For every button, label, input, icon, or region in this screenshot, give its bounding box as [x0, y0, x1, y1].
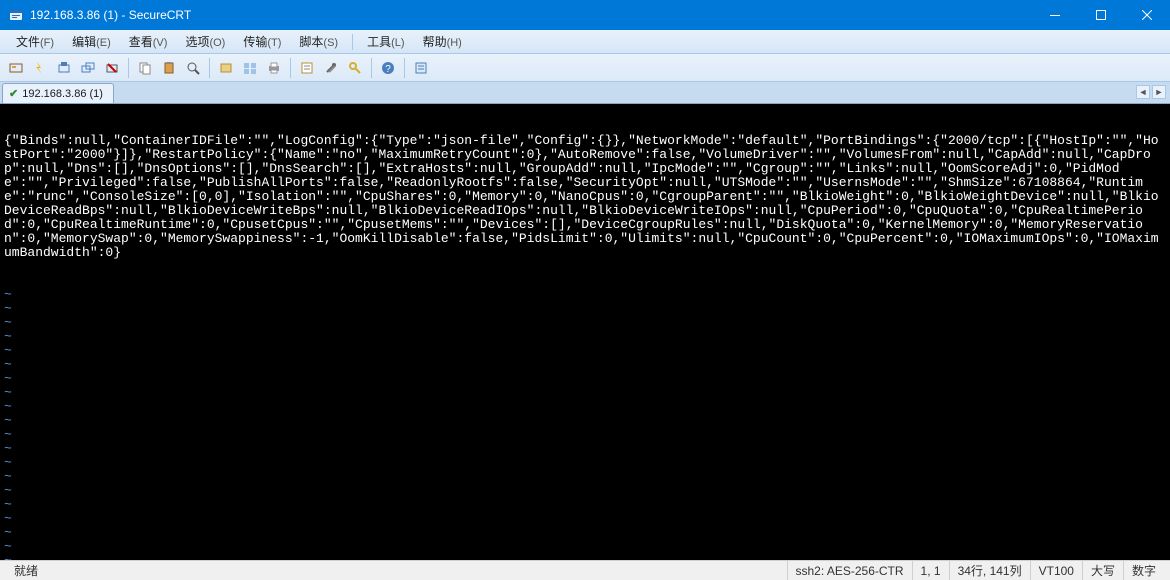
menu-transfer[interactable]: 传输(T) — [235, 31, 289, 52]
status-size: 34行, 141列 — [949, 561, 1030, 580]
statusbar: 就绪 ssh2: AES-256-CTR 1, 1 34行, 141列 VT10… — [0, 560, 1170, 580]
disconnect-icon[interactable] — [102, 58, 122, 78]
tab-nav: ◄ ► — [1136, 85, 1166, 99]
close-button[interactable] — [1124, 0, 1170, 30]
session-tab[interactable]: ✔ 192.168.3.86 (1) — [2, 83, 114, 103]
window-title: 192.168.3.86 (1) - SecureCRT — [30, 8, 191, 22]
toolbar-separator — [371, 58, 372, 78]
copy-icon[interactable] — [135, 58, 155, 78]
status-cursor: 1, 1 — [912, 561, 949, 580]
toolbar: ? — [0, 54, 1170, 82]
print-icon[interactable] — [264, 58, 284, 78]
window-controls — [1032, 0, 1170, 30]
toolbar-separator — [290, 58, 291, 78]
quick-connect-icon[interactable] — [30, 58, 50, 78]
toolbar-separator — [404, 58, 405, 78]
menu-script[interactable]: 脚本(S) — [291, 31, 346, 52]
settings-icon[interactable] — [321, 58, 341, 78]
find-icon[interactable] — [183, 58, 203, 78]
terminal-view[interactable]: {"Binds":null,"ContainerIDFile":"","LogC… — [0, 104, 1170, 560]
status-caps: 大写 — [1082, 561, 1123, 580]
menubar: 文件(F) 编辑(E) 查看(V) 选项(O) 传输(T) 脚本(S) 工具(L… — [0, 30, 1170, 54]
minimize-button[interactable] — [1032, 0, 1078, 30]
connect-icon[interactable] — [6, 58, 26, 78]
menu-separator — [352, 34, 353, 50]
menu-edit[interactable]: 编辑(E) — [64, 31, 119, 52]
tabbar: ✔ 192.168.3.86 (1) ◄ ► — [0, 82, 1170, 104]
toolbar-separator — [209, 58, 210, 78]
maximize-button[interactable] — [1078, 0, 1124, 30]
tab-prev-icon[interactable]: ◄ — [1136, 85, 1150, 99]
properties-icon[interactable] — [297, 58, 317, 78]
menu-file[interactable]: 文件(F) — [8, 31, 62, 52]
svg-text:?: ? — [385, 64, 391, 75]
status-connection: ssh2: AES-256-CTR — [787, 561, 912, 580]
terminal-empty-lines: ~ ~ ~ ~ ~ ~ ~ ~ ~ ~ ~ ~ ~ ~ ~ ~ ~ ~ ~ ~ … — [4, 288, 1166, 560]
reconnect-icon[interactable] — [54, 58, 74, 78]
key-icon[interactable] — [345, 58, 365, 78]
log-icon[interactable] — [411, 58, 431, 78]
paste-icon[interactable] — [159, 58, 179, 78]
tab-label: 192.168.3.86 (1) — [22, 88, 103, 100]
menu-options[interactable]: 选项(O) — [177, 31, 233, 52]
session-icon[interactable] — [216, 58, 236, 78]
status-terminal-type: VT100 — [1030, 561, 1082, 580]
status-ready: 就绪 — [6, 561, 46, 580]
menu-view[interactable]: 查看(V) — [121, 31, 176, 52]
connected-check-icon: ✔ — [9, 87, 18, 100]
menu-tools[interactable]: 工具(L) — [359, 31, 412, 52]
toolbar-separator — [128, 58, 129, 78]
help-icon[interactable]: ? — [378, 58, 398, 78]
reconnect-all-icon[interactable] — [78, 58, 98, 78]
status-num: 数字 — [1123, 561, 1164, 580]
window-titlebar: 192.168.3.86 (1) - SecureCRT — [0, 0, 1170, 30]
app-icon — [8, 7, 24, 23]
tile-icon[interactable] — [240, 58, 260, 78]
tab-next-icon[interactable]: ► — [1152, 85, 1166, 99]
menu-help[interactable]: 帮助(H) — [415, 31, 470, 52]
terminal-output: {"Binds":null,"ContainerIDFile":"","LogC… — [4, 134, 1166, 260]
